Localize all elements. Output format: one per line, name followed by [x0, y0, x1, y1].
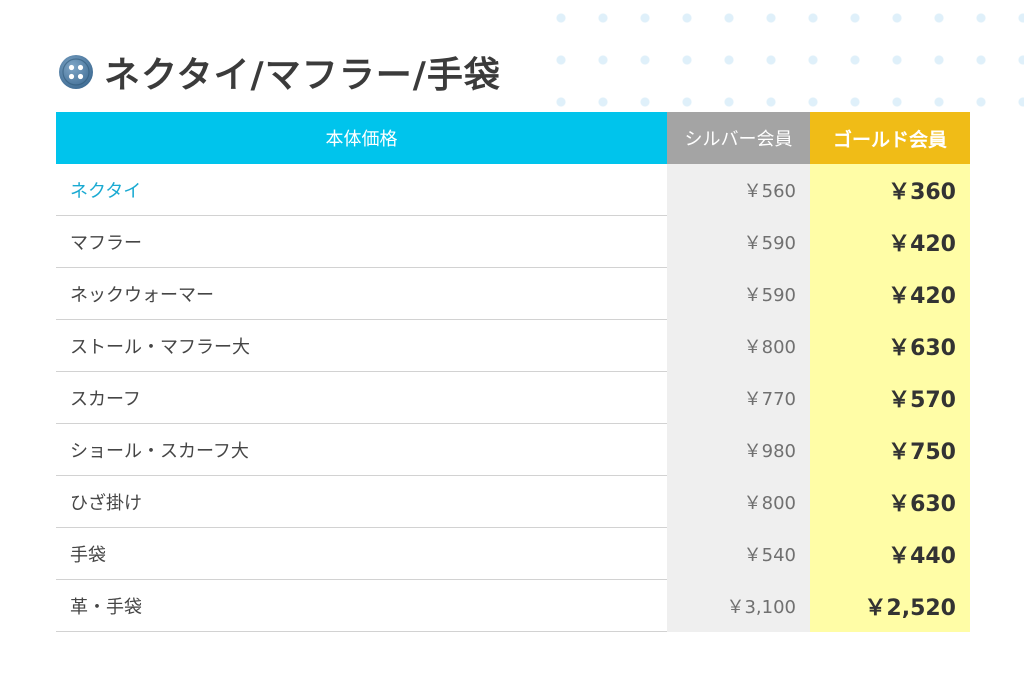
- silver-price: ￥590: [667, 215, 810, 268]
- silver-price: ￥3,100: [667, 579, 810, 632]
- table-row: ネックウォーマー ￥590 ￥420: [56, 267, 970, 320]
- table-header-row: 本体価格 シルバー会員 ゴールド会員: [56, 112, 970, 164]
- table-row: ストール・マフラー大 ￥800 ￥630: [56, 319, 970, 372]
- silver-price: ￥560: [667, 164, 810, 216]
- item-name: 手袋: [56, 527, 667, 580]
- table-row: スカーフ ￥770 ￥570: [56, 371, 970, 424]
- background-dot-pattern: [540, 0, 1024, 120]
- header-gold-member: ゴールド会員: [810, 112, 970, 164]
- gold-price: ￥420: [810, 215, 970, 268]
- button-icon: [59, 55, 93, 89]
- gold-price: ￥750: [810, 423, 970, 476]
- table-row: ひざ掛け ￥800 ￥630: [56, 475, 970, 528]
- gold-price: ￥440: [810, 527, 970, 580]
- gold-price: ￥570: [810, 371, 970, 424]
- item-name: ひざ掛け: [56, 475, 667, 528]
- gold-price: ￥360: [810, 164, 970, 216]
- table-row: ショール・スカーフ大 ￥980 ￥750: [56, 423, 970, 476]
- header-silver-member: シルバー会員: [667, 112, 810, 164]
- gold-price: ￥2,520: [810, 579, 970, 632]
- table-row: 手袋 ￥540 ￥440: [56, 527, 970, 580]
- table-row: 革・手袋 ￥3,100 ￥2,520: [56, 579, 970, 632]
- silver-price: ￥770: [667, 371, 810, 424]
- item-name-link[interactable]: ネクタイ: [56, 164, 667, 216]
- gold-price: ￥420: [810, 267, 970, 320]
- page-header: ネクタイ/マフラー/手袋: [58, 46, 501, 98]
- header-base-price: 本体価格: [56, 112, 667, 164]
- gold-price: ￥630: [810, 319, 970, 372]
- silver-price: ￥590: [667, 267, 810, 320]
- item-name: ショール・スカーフ大: [56, 423, 667, 476]
- item-name: マフラー: [56, 215, 667, 268]
- item-name: 革・手袋: [56, 579, 667, 632]
- silver-price: ￥800: [667, 475, 810, 528]
- item-name: ストール・マフラー大: [56, 319, 667, 372]
- silver-price: ￥980: [667, 423, 810, 476]
- item-name: ネックウォーマー: [56, 267, 667, 320]
- table-row: マフラー ￥590 ￥420: [56, 215, 970, 268]
- silver-price: ￥540: [667, 527, 810, 580]
- gold-price: ￥630: [810, 475, 970, 528]
- price-table: 本体価格 シルバー会員 ゴールド会員 ネクタイ ￥560 ￥360 マフラー ￥…: [56, 112, 970, 632]
- table-row: ネクタイ ￥560 ￥360: [56, 164, 970, 216]
- item-name: スカーフ: [56, 371, 667, 424]
- page-title: ネクタイ/マフラー/手袋: [104, 55, 501, 96]
- silver-price: ￥800: [667, 319, 810, 372]
